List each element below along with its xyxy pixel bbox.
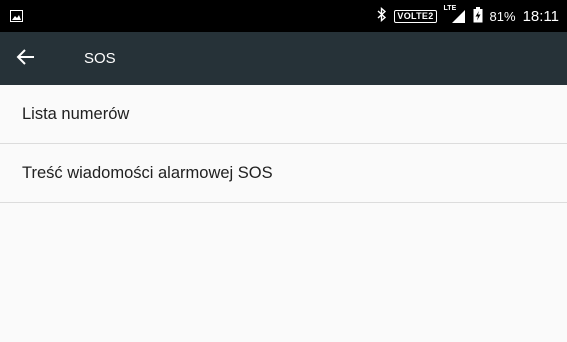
clock: 18:11 <box>522 7 559 25</box>
status-icons: VOLTE2 LTE 81% 18:11 <box>377 0 559 32</box>
battery-percent: 81% <box>489 8 516 24</box>
list-item-numbers[interactable]: Lista numerów <box>0 85 567 144</box>
status-bar: VOLTE2 LTE 81% 18:11 <box>0 0 567 32</box>
bluetooth-icon <box>377 6 387 25</box>
back-button[interactable] <box>12 45 40 73</box>
battery-charging-icon <box>473 6 483 26</box>
list-item-label: Treść wiadomości alarmowej SOS <box>22 163 273 182</box>
list-item-label: Lista numerów <box>22 104 130 123</box>
app-bar: SOS <box>0 32 567 85</box>
settings-list: Lista numerów Treść wiadomości alarmowej… <box>0 85 567 203</box>
page-title: SOS <box>84 50 116 67</box>
volte-badge: VOLTE2 <box>394 9 437 23</box>
signal-lte-icon: LTE <box>444 5 466 24</box>
arrow-back-icon <box>16 47 36 72</box>
image-icon <box>10 9 23 22</box>
list-item-sos-message[interactable]: Treść wiadomości alarmowej SOS <box>0 144 567 203</box>
